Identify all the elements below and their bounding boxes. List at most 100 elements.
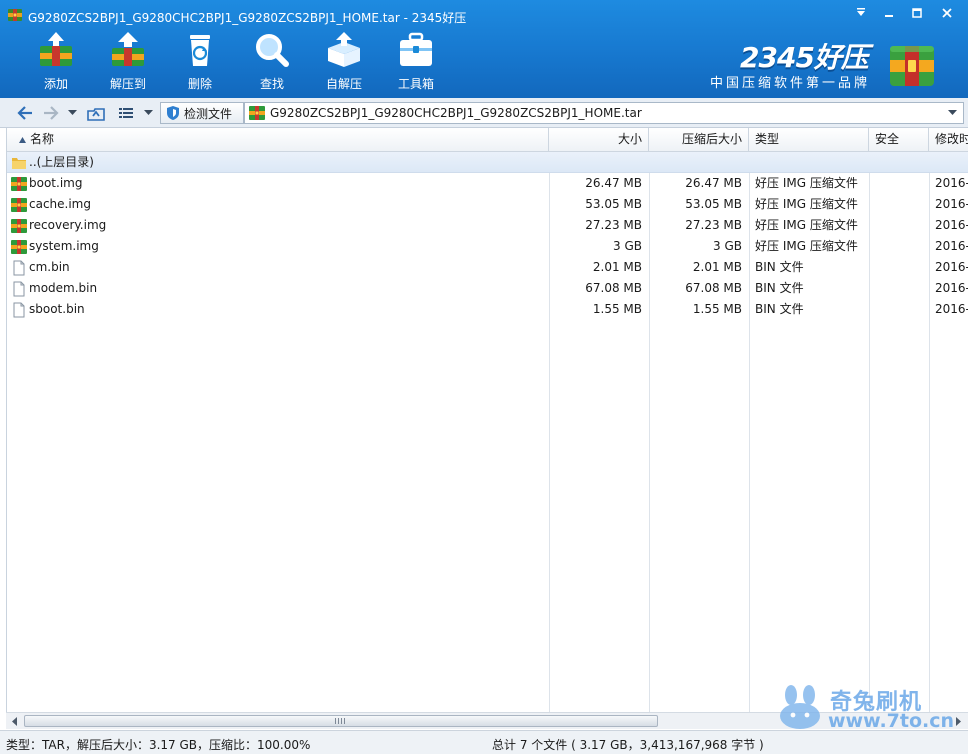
archive-icon — [11, 198, 27, 212]
column-label: 修改时 — [935, 132, 968, 146]
extract-to-button[interactable]: 解压到 — [92, 32, 164, 94]
file-type: 好压 IMG 压缩文件 — [755, 239, 858, 253]
file-name: cache.img — [29, 197, 91, 211]
file-security — [869, 278, 929, 299]
toolbox-icon — [400, 32, 432, 66]
file-row[interactable]: system.img 3 GB 3 GB 好压 IMG 压缩文件 2016- — [7, 236, 968, 257]
menu-button[interactable] — [848, 4, 874, 22]
file-type: BIN 文件 — [755, 302, 804, 316]
delete-button[interactable]: 删除 — [164, 32, 236, 94]
delete-label: 删除 — [187, 77, 212, 91]
chevron-down-icon[interactable] — [948, 110, 957, 116]
add-label: 添加 — [43, 77, 68, 91]
column-label: 压缩后大小 — [681, 132, 742, 146]
toolbox-button[interactable]: 工具箱 — [380, 32, 452, 94]
column-label: 名称 — [30, 132, 55, 146]
maximize-icon — [912, 8, 922, 18]
path-text: G9280ZCS2BPJ1_G9280CHC2BPJ1_G9280ZCS2BPJ… — [270, 106, 642, 120]
minimize-button[interactable] — [876, 4, 902, 22]
view-mode-button[interactable] — [116, 103, 136, 123]
grip-icon — [335, 718, 345, 724]
forward-button[interactable] — [40, 103, 62, 123]
file-packed: 53.05 MB — [685, 197, 742, 211]
column-header-size[interactable]: 大小 — [549, 128, 649, 152]
file-size: 26.47 MB — [585, 176, 642, 190]
file-icon — [13, 302, 25, 318]
file-modified: 2016- — [935, 260, 968, 274]
view-dropdown-button[interactable] — [142, 103, 154, 123]
app-archive-icon — [8, 9, 22, 21]
file-security — [869, 173, 929, 194]
brand-name: 2345好压 — [740, 41, 869, 74]
status-total-info: 总计 7 个文件 ( 3.17 GB，3,413,167,968 字节 ) — [492, 738, 764, 752]
scroll-left-icon[interactable] — [9, 716, 21, 727]
minimize-icon — [885, 15, 893, 17]
title-bar[interactable]: G9280ZCS2BPJ1_G9280CHC2BPJ1_G9280ZCS2BPJ… — [0, 0, 968, 32]
file-row[interactable]: boot.img 26.47 MB 26.47 MB 好压 IMG 压缩文件 2016- — [7, 173, 968, 194]
parent-directory-row[interactable]: ..(上层目录) — [7, 152, 968, 173]
column-label: 类型 — [755, 132, 780, 146]
status-archive-info: 类型：TAR，解压后大小：3.17 GB，压缩比：100.00% — [6, 738, 311, 752]
file-name: cm.bin — [29, 260, 70, 274]
magnifier-icon — [256, 34, 289, 67]
main-toolbar: 添加 解压到 删除 查找 自解压 工具箱 — [20, 32, 452, 96]
watermark: 奇兔刷机 www.7to.cn — [776, 684, 966, 732]
column-header-security[interactable]: 安全 — [869, 128, 929, 152]
file-modified: 2016- — [935, 197, 968, 211]
extract-to-icon — [112, 32, 144, 66]
self-extract-icon — [328, 32, 360, 67]
file-modified: 2016- — [935, 239, 968, 253]
file-name: boot.img — [29, 176, 83, 190]
column-header-modified[interactable]: 修改时 — [929, 128, 968, 152]
file-security — [869, 299, 929, 320]
file-row[interactable]: recovery.img 27.23 MB 27.23 MB 好压 IMG 压缩文件 2… — [7, 215, 968, 236]
forward-arrow-icon — [44, 106, 59, 120]
recycle-bin-icon — [190, 35, 210, 66]
close-button[interactable] — [934, 4, 960, 22]
self-extract-label: 自解压 — [325, 77, 362, 91]
file-size: 67.08 MB — [585, 281, 642, 295]
detect-file-label: 检测文件 — [184, 106, 233, 121]
extract-to-label: 解压到 — [109, 77, 146, 91]
file-row[interactable]: cache.img 53.05 MB 53.05 MB 好压 IMG 压缩文件 2016… — [7, 194, 968, 215]
scrollbar-thumb[interactable] — [24, 715, 658, 727]
file-row[interactable]: modem.bin 67.08 MB 67.08 MB BIN 文件 2016- — [7, 278, 968, 299]
sort-ascending-icon — [19, 136, 26, 143]
brand-area: 2345好压 中国压缩软件第一品牌 — [700, 36, 950, 92]
add-button[interactable]: 添加 — [20, 32, 92, 94]
column-header-packed[interactable]: 压缩后大小 — [649, 128, 749, 152]
column-header: 名称 大小 压缩后大小 类型 安全 修改时 — [7, 128, 968, 152]
folder-icon — [12, 158, 26, 169]
find-button[interactable]: 查找 — [236, 32, 308, 94]
chevron-down-icon — [143, 110, 153, 115]
path-input[interactable]: G9280ZCS2BPJ1_G9280CHC2BPJ1_G9280ZCS2BPJ… — [244, 102, 964, 124]
history-dropdown-button[interactable] — [66, 103, 78, 123]
file-size: 2.01 MB — [592, 260, 642, 274]
file-icon — [13, 260, 25, 276]
up-folder-button[interactable] — [84, 103, 108, 123]
file-list[interactable]: 名称 大小 压缩后大小 类型 安全 修改时 ..(上层目录) boot.img 2… — [6, 128, 968, 712]
toolbox-label: 工具箱 — [397, 77, 434, 91]
file-name: recovery.img — [29, 218, 107, 232]
file-security — [869, 257, 929, 278]
file-name: sboot.bin — [29, 302, 85, 316]
column-header-name[interactable]: 名称 — [7, 128, 549, 152]
file-row[interactable]: sboot.bin 1.55 MB 1.55 MB BIN 文件 2016- — [7, 299, 968, 320]
file-row[interactable]: cm.bin 2.01 MB 2.01 MB BIN 文件 2016- — [7, 257, 968, 278]
column-label: 安全 — [875, 132, 900, 146]
self-extract-button[interactable]: 自解压 — [308, 32, 380, 94]
file-packed: 1.55 MB — [692, 302, 742, 316]
watermark-url: www.7to.cn — [828, 710, 955, 732]
file-packed: 27.23 MB — [685, 218, 742, 232]
archive-icon — [249, 106, 265, 120]
archive-icon — [11, 240, 27, 254]
archive-icon — [11, 177, 27, 191]
column-header-type[interactable]: 类型 — [749, 128, 869, 152]
top-banner: G9280ZCS2BPJ1_G9280CHC2BPJ1_G9280ZCS2BPJ… — [0, 0, 968, 98]
detect-file-button[interactable]: 检测文件 — [160, 102, 244, 124]
file-packed: 67.08 MB — [685, 281, 742, 295]
maximize-button[interactable] — [904, 4, 930, 22]
window-title: G9280ZCS2BPJ1_G9280CHC2BPJ1_G9280ZCS2BPJ… — [28, 11, 467, 25]
up-folder-icon — [87, 108, 105, 121]
back-button[interactable] — [14, 103, 36, 123]
